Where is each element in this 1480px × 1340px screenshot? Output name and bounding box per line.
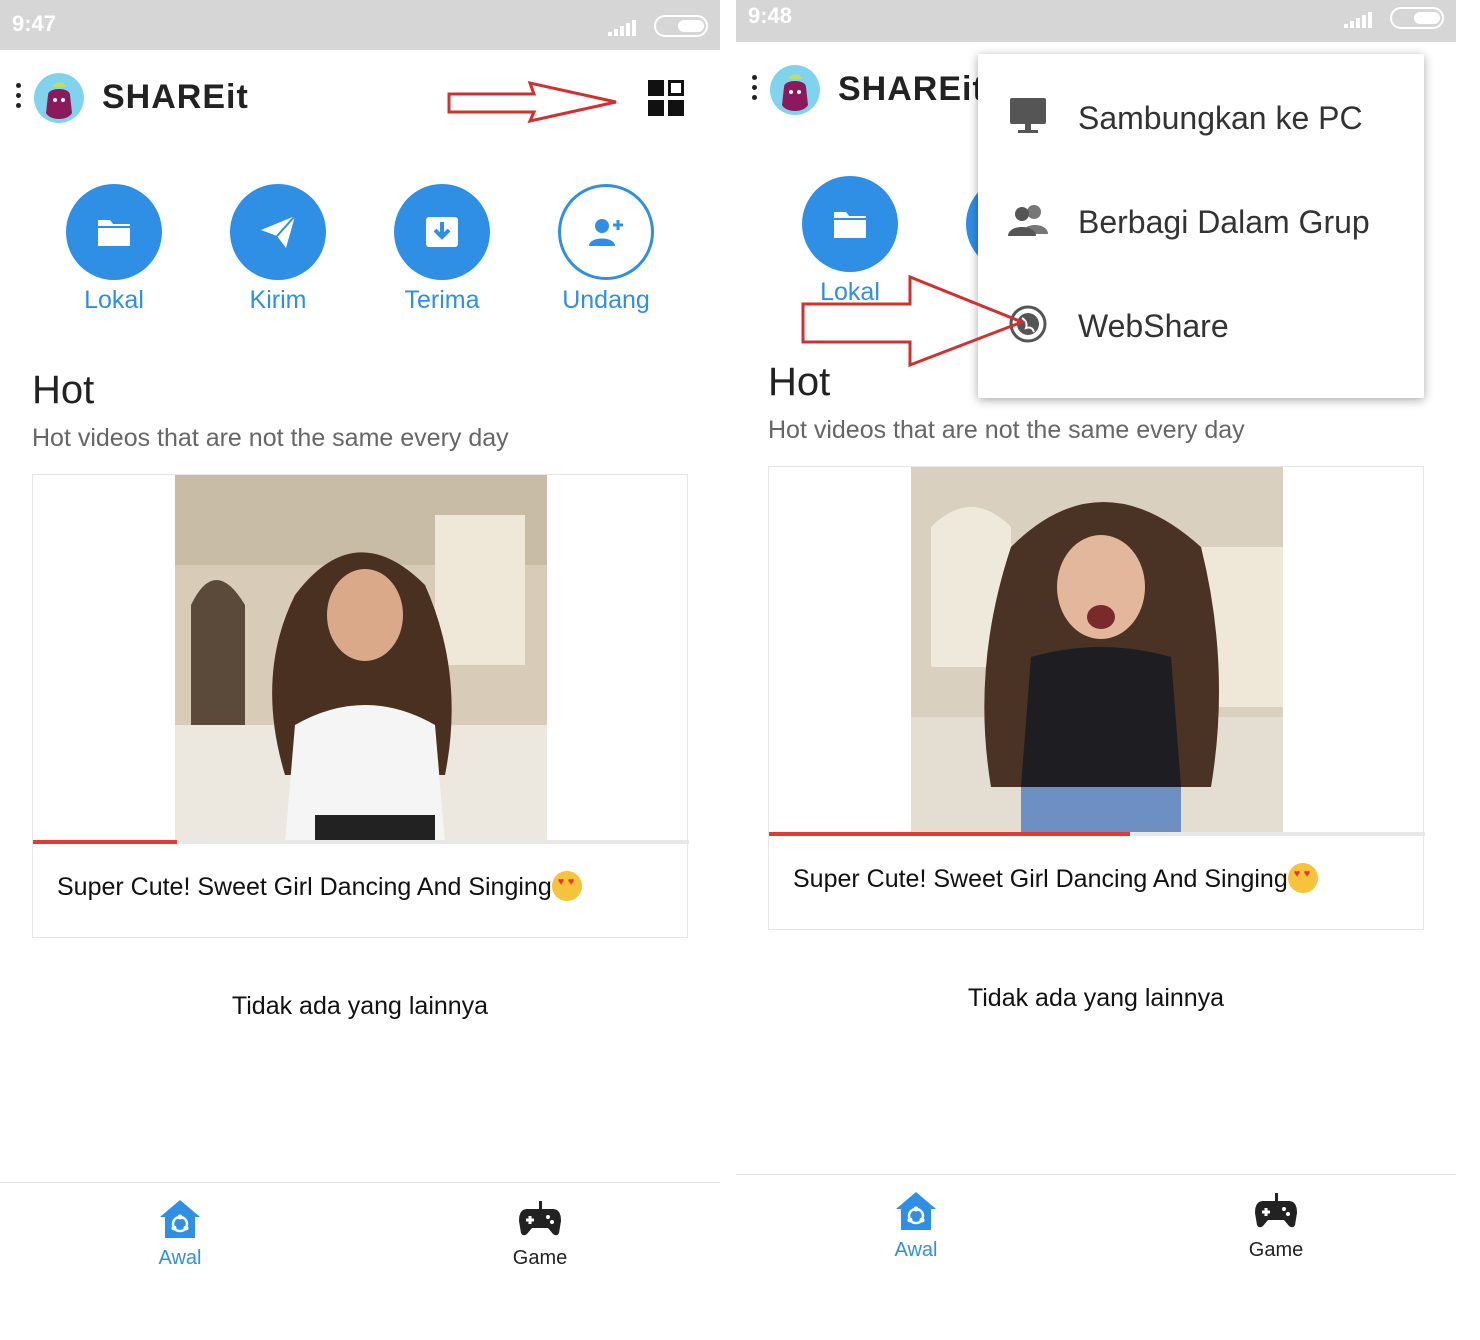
video-title-text: Super Cute! Sweet Girl Dancing And Singi… xyxy=(793,865,1288,893)
action-kirim[interactable]: Kirim xyxy=(208,184,348,315)
menu-item-label: Berbagi Dalam Grup xyxy=(1078,204,1370,240)
monitor-icon xyxy=(1010,98,1046,133)
video-progress-fill xyxy=(33,840,178,844)
status-bar: 9:48 xyxy=(736,0,1456,42)
menu-item-webshare[interactable]: WebShare xyxy=(978,278,1424,368)
home-share-icon xyxy=(896,1192,936,1230)
folder-icon xyxy=(98,220,130,246)
video-progress xyxy=(769,832,1425,836)
grid-menu-button[interactable] xyxy=(648,80,686,118)
video-card[interactable]: Super Cute! Sweet Girl Dancing And Singi… xyxy=(768,466,1425,930)
nav-label: Awal xyxy=(894,1239,938,1261)
video-progress-fill xyxy=(769,832,1130,836)
menu-item-label: WebShare xyxy=(1078,308,1229,344)
home-share-icon xyxy=(160,1200,200,1238)
section-subtitle: Hot videos that are not the same every d… xyxy=(32,424,509,452)
signal-icon xyxy=(608,20,636,36)
video-thumbnail[interactable] xyxy=(175,475,547,843)
nav-tab-awal[interactable]: Awal xyxy=(836,1189,996,1262)
receive-icon xyxy=(426,217,458,247)
signal-icon xyxy=(1344,12,1372,28)
battery-icon xyxy=(654,15,708,37)
phone-screen-home: 9:47 SHAREit Lokal Kirim Terima Undang H… xyxy=(0,0,720,1340)
heart-eyes-emoji-icon xyxy=(551,871,582,901)
gamepad-icon xyxy=(1255,1193,1297,1228)
section-subtitle: Hot videos that are not the same every d… xyxy=(768,416,1245,444)
gamepad-icon xyxy=(519,1201,561,1236)
video-title: Super Cute! Sweet Girl Dancing And Singi… xyxy=(793,863,1318,894)
action-lokal[interactable]: Lokal xyxy=(44,184,184,315)
action-label: Undang xyxy=(562,286,650,314)
app-title: SHAREit xyxy=(102,78,249,116)
shareit-logo xyxy=(770,65,820,115)
action-label: Kirim xyxy=(249,286,307,314)
end-of-list-note: Tidak ada yang lainnya xyxy=(967,984,1225,1012)
bottom-nav: Awal Game xyxy=(0,1182,720,1340)
video-card[interactable]: Super Cute! Sweet Girl Dancing And Singi… xyxy=(32,474,689,938)
bottom-nav: Awal Game xyxy=(736,1174,1456,1332)
section-title: Hot xyxy=(32,368,95,412)
heart-eyes-emoji-icon xyxy=(1287,863,1318,893)
nav-tab-awal[interactable]: Awal xyxy=(100,1197,260,1270)
menu-item-connect-pc[interactable]: Sambungkan ke PC xyxy=(978,70,1424,160)
nav-tab-game[interactable]: Game xyxy=(460,1197,620,1270)
more-menu-icon[interactable] xyxy=(12,83,24,113)
shareit-logo xyxy=(34,73,84,123)
app-title: SHAREit xyxy=(838,70,985,108)
nav-label: Game xyxy=(1248,1239,1304,1261)
video-title: Super Cute! Sweet Girl Dancing And Singi… xyxy=(57,871,582,902)
annotation-arrow xyxy=(447,80,617,124)
annotation-arrow xyxy=(801,274,1027,368)
video-title-text: Super Cute! Sweet Girl Dancing And Singi… xyxy=(57,873,552,901)
battery-icon xyxy=(1390,7,1444,29)
status-time: 9:47 xyxy=(12,11,57,36)
video-thumbnail[interactable] xyxy=(911,467,1283,835)
group-icon xyxy=(1008,205,1048,236)
action-undang[interactable]: Undang xyxy=(536,184,676,315)
nav-tab-game[interactable]: Game xyxy=(1196,1189,1356,1262)
status-bar: 9:47 xyxy=(0,0,720,50)
action-label: Terima xyxy=(404,286,480,314)
nav-label: Awal xyxy=(158,1247,202,1269)
overflow-popup-menu: Sambungkan ke PC Berbagi Dalam Grup WebS… xyxy=(978,54,1424,398)
menu-item-label: Sambungkan ke PC xyxy=(1078,100,1363,136)
add-user-icon xyxy=(589,219,623,246)
send-icon xyxy=(261,215,296,248)
more-menu-icon[interactable] xyxy=(748,75,760,105)
quick-actions: Lokal Kirim Terima Undang xyxy=(0,184,720,324)
phone-screen-menu-open: 9:48 SHAREit Lokal Hot Hot videos that a… xyxy=(736,0,1456,1340)
action-terima[interactable]: Terima xyxy=(372,184,512,315)
menu-item-group-share[interactable]: Berbagi Dalam Grup xyxy=(978,174,1424,264)
video-progress xyxy=(33,840,689,844)
nav-label: Game xyxy=(512,1247,568,1269)
folder-icon xyxy=(834,212,866,238)
end-of-list-note: Tidak ada yang lainnya xyxy=(231,992,489,1020)
action-label: Lokal xyxy=(84,286,144,314)
status-time: 9:48 xyxy=(748,3,793,28)
